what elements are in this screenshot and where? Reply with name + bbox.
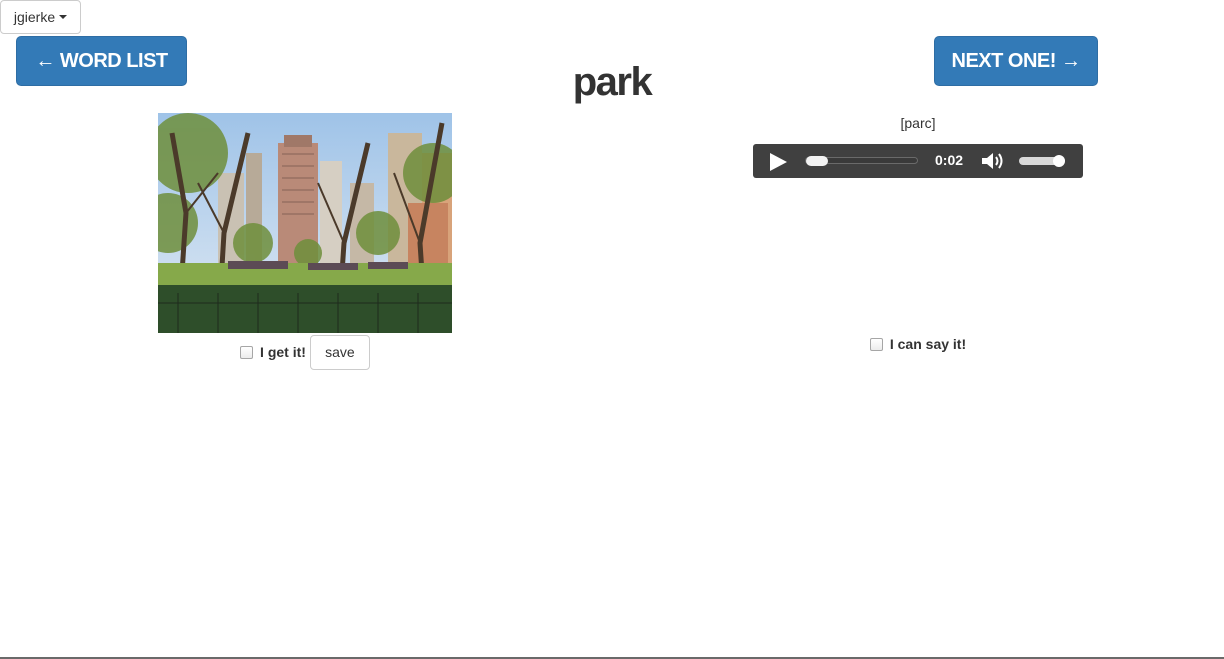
save-button[interactable]: save	[309, 334, 370, 370]
play-icon[interactable]	[770, 153, 787, 171]
audio-player: 0:02	[753, 144, 1083, 178]
comprehension-row: I get it! save	[158, 334, 452, 370]
volume-slider-thumb[interactable]	[1053, 155, 1065, 167]
user-menu-dropdown[interactable]: jgierke	[0, 0, 81, 34]
username-label: jgierke	[13, 9, 56, 25]
i-get-it-label: I get it!	[260, 344, 306, 360]
volume-icon[interactable]	[981, 151, 1007, 171]
i-can-say-it-checkbox[interactable]	[869, 337, 883, 351]
audio-progress-thumb[interactable]	[806, 156, 828, 166]
word-picture	[158, 113, 452, 333]
pronunciation-row: I can say it!	[753, 334, 1083, 354]
i-get-it-checkbox[interactable]	[240, 345, 254, 359]
i-can-say-it-label: I can say it!	[889, 336, 967, 352]
phonetic-spelling: [parc]	[900, 115, 936, 131]
audio-time: 0:02	[935, 152, 964, 168]
caret-down-icon	[59, 15, 68, 19]
word-title: park	[572, 60, 653, 104]
